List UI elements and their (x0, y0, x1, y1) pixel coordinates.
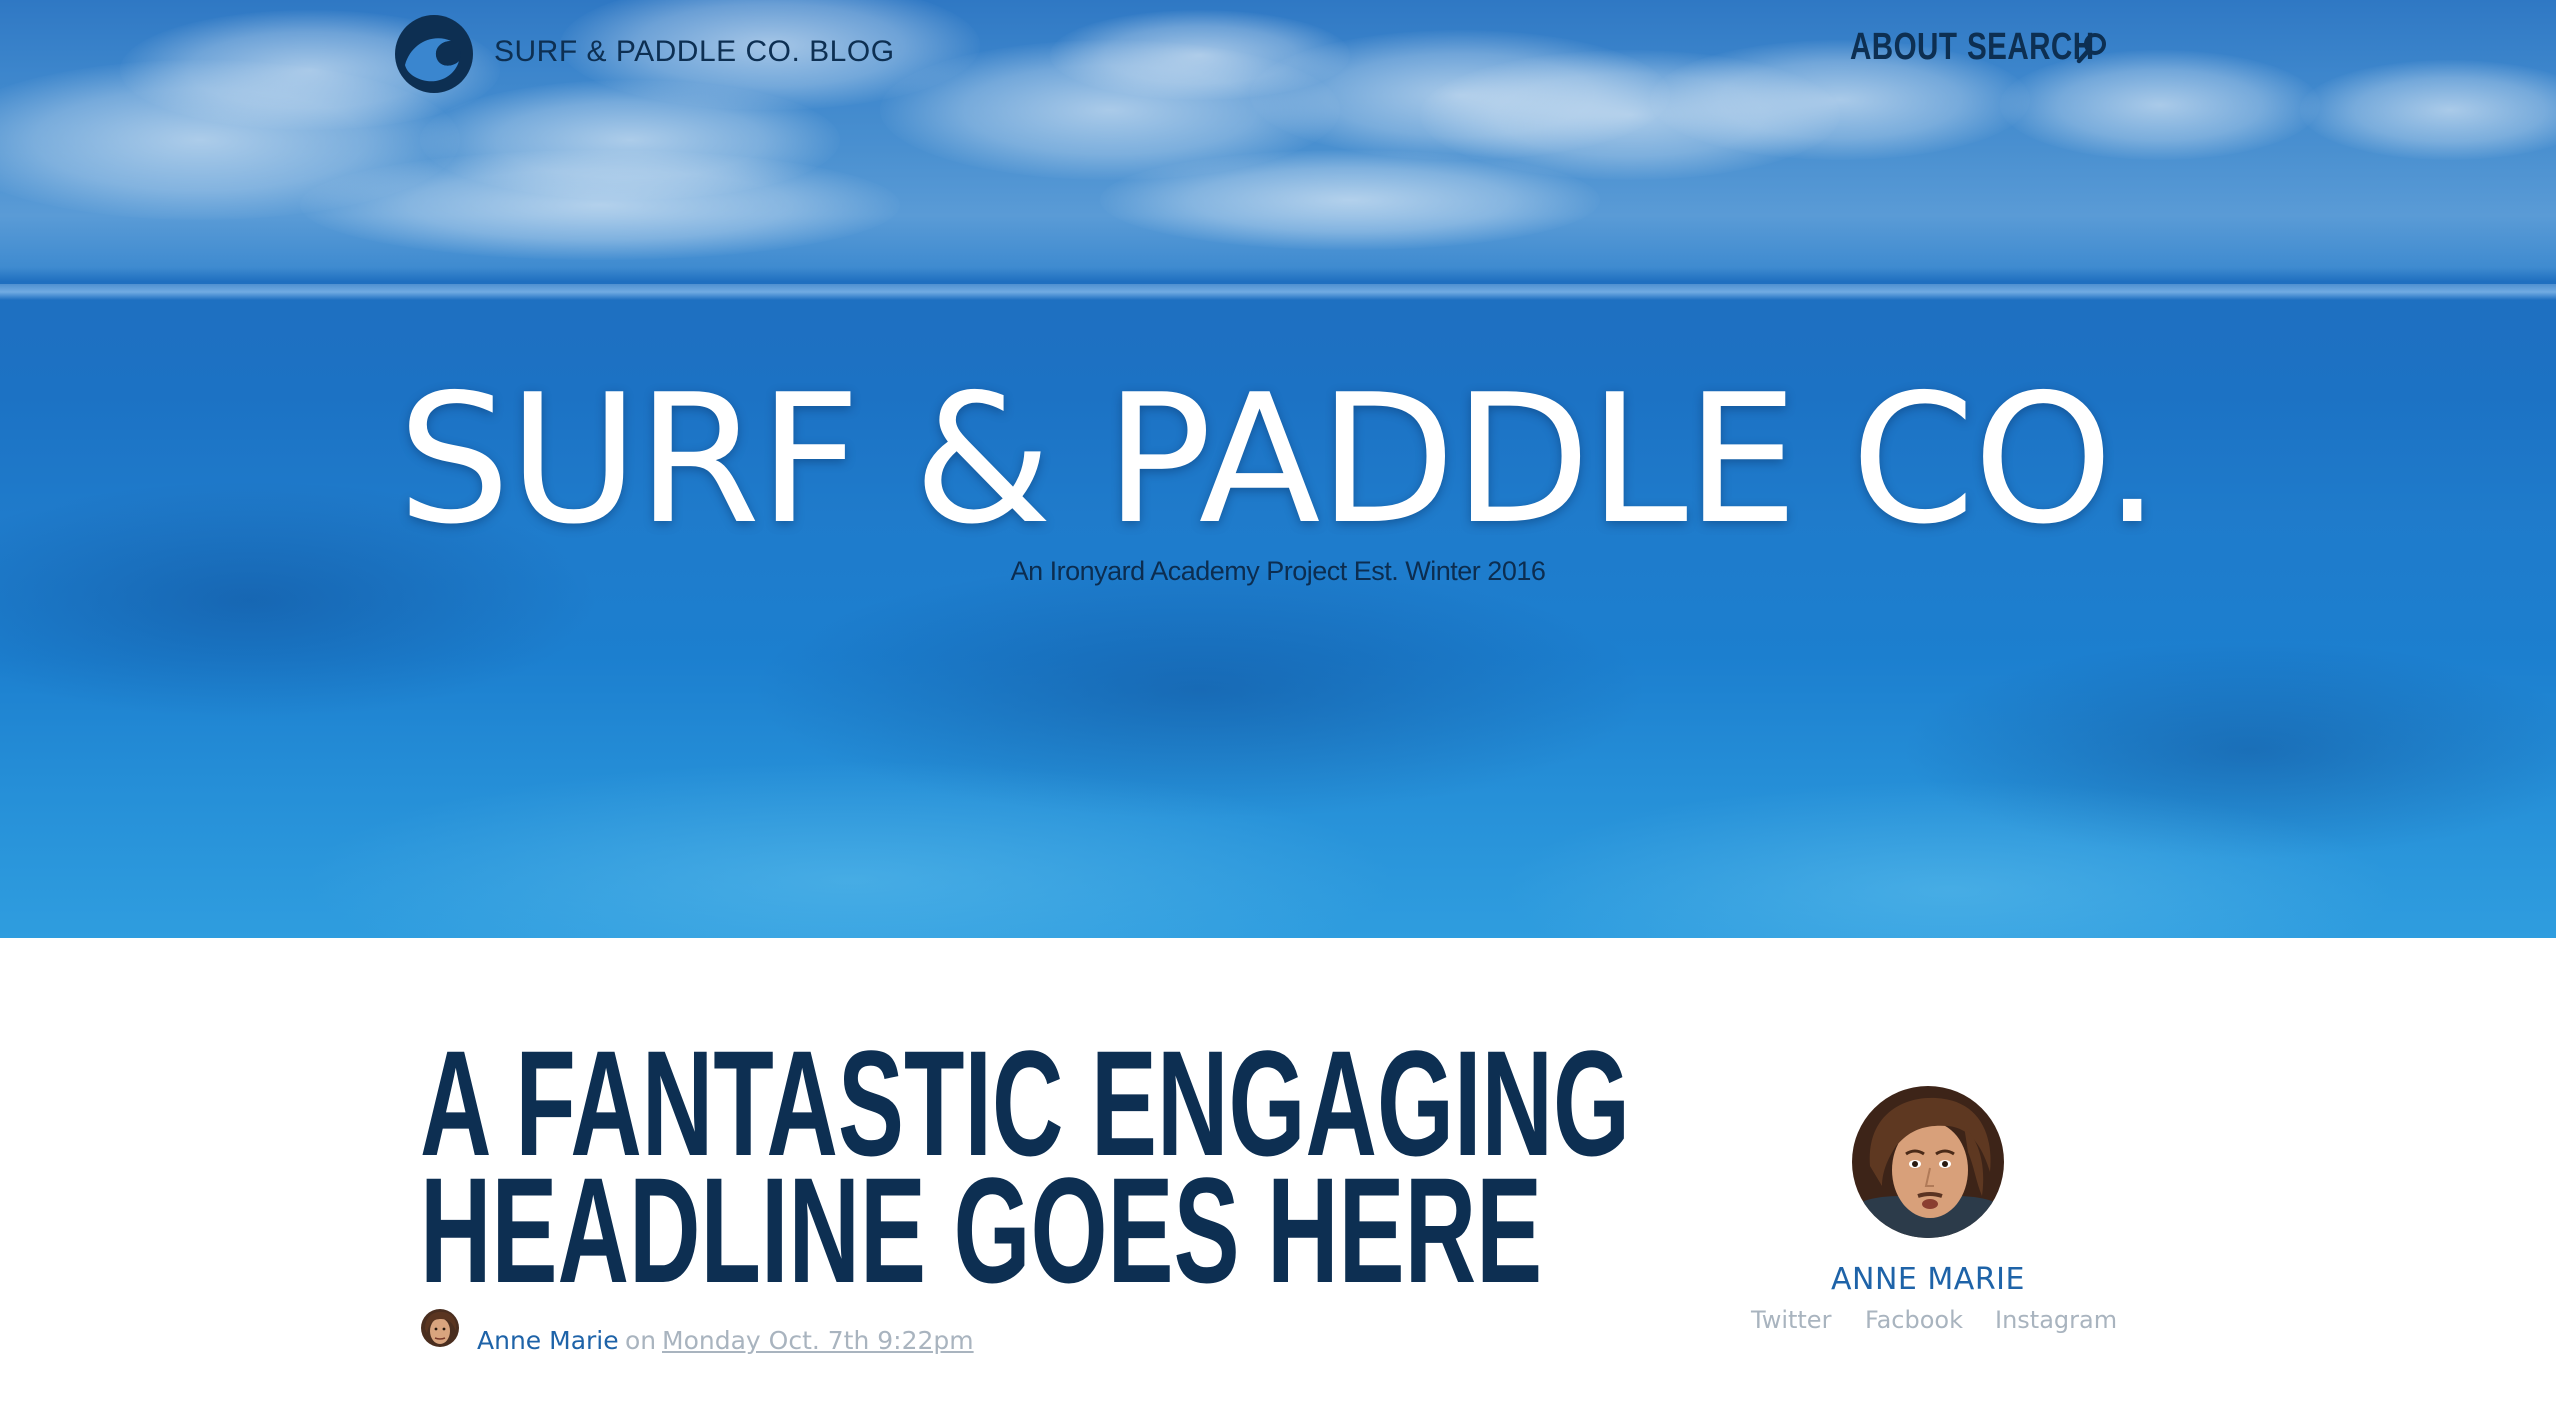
instagram-link[interactable]: Instagram (1995, 1306, 2117, 1334)
byline-date-link[interactable]: Monday Oct. 7th 9:22pm (662, 1326, 974, 1355)
hero-title: SURF & PADDLE CO. (397, 356, 2160, 563)
twitter-link[interactable]: Twitter (1751, 1306, 1831, 1334)
cloud (1100, 150, 1600, 250)
cloud (2300, 60, 2556, 160)
nav-about-link[interactable]: ABOUT (1850, 26, 1957, 69)
wave-logo-icon[interactable] (393, 13, 475, 95)
facebook-link[interactable]: Facbook (1865, 1306, 1963, 1334)
headline-line-2: HEADLINE GOES HERE (420, 1146, 1543, 1314)
byline-avatar[interactable] (421, 1309, 459, 1347)
search-icon[interactable] (2075, 31, 2109, 65)
byline-author-link[interactable]: Anne Marie (477, 1326, 619, 1355)
cloud (300, 150, 900, 260)
author-avatar[interactable] (1852, 1086, 2004, 1238)
horizon-line (0, 284, 2556, 300)
byline-on-text: on (625, 1326, 657, 1355)
hero-subtitle: An Ironyard Academy Project Est. Winter … (1010, 556, 1546, 586)
author-card-name[interactable]: ANNE MARIE (1728, 1262, 2128, 1297)
blog-name-link[interactable]: SURF & PADDLE CO. BLOG (494, 35, 895, 69)
article-headline: A FANTASTIC ENGAGING HEADLINE GOES HERE (420, 1028, 1630, 1314)
